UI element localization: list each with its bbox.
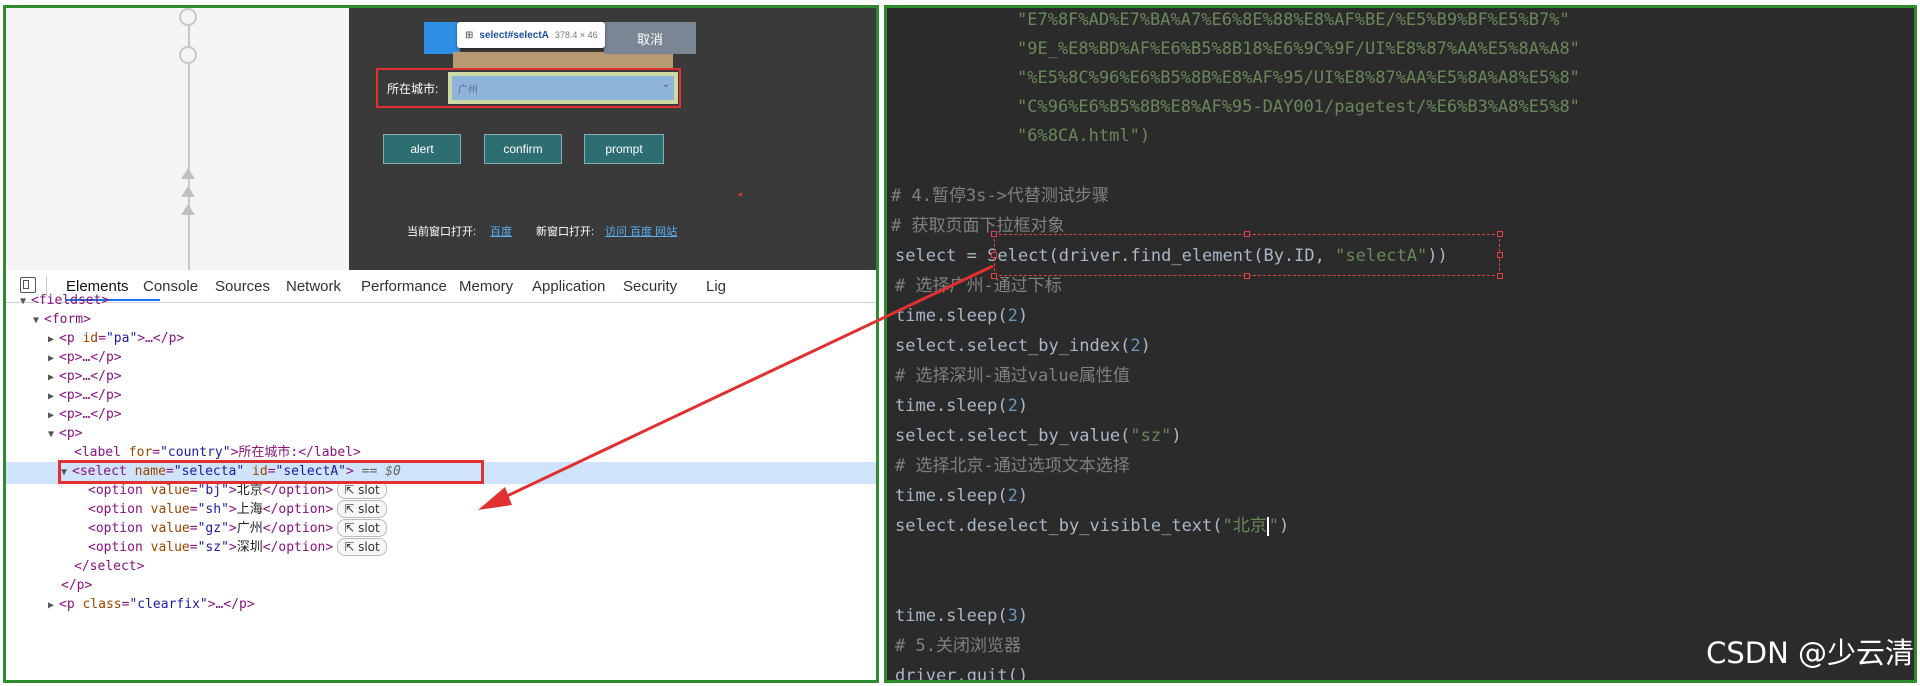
code-comment: # 选择北京-通过选项文本选择: [895, 456, 1130, 476]
resize-handle[interactable]: [1497, 273, 1503, 279]
tab-memory[interactable]: Memory: [459, 278, 513, 295]
slot-badge[interactable]: ⇱ slot: [337, 519, 387, 537]
caret-right-icon: ▶: [48, 600, 55, 611]
confirm-button[interactable]: confirm: [484, 134, 562, 164]
resize-handle[interactable]: [1244, 231, 1250, 237]
timeline-arrow-icon: [181, 204, 195, 215]
code-line: "C%96%E6%B5%8B%E8%AF%95-DAY001/pagetest/…: [1017, 97, 1580, 117]
highlight-box-select: [58, 460, 484, 484]
current-window-label: 当前窗口打开:: [407, 226, 477, 238]
timeline-circle-icon: [179, 8, 197, 26]
code-line: "9E_%E8%BD%AF%E6%B5%8B18%E6%9C%9F/UI%E8%…: [1017, 39, 1580, 59]
highlight-box-city: [376, 68, 681, 108]
code-line: time.sleep(2): [895, 306, 1029, 326]
new-window-label: 新窗口打开:: [536, 226, 595, 238]
new-window-link[interactable]: 访问 百度 网站: [605, 223, 677, 239]
code-line: select.deselect_by_visible_text("北京 "): [895, 516, 1290, 536]
devtools: Elements Console Sources Network Perform…: [6, 270, 876, 680]
tan-bar: [453, 52, 673, 68]
code-editor[interactable]: "E7%8F%AD%E7%BA%A7%E6%8E%88%E8%AF%BE/%E5…: [887, 8, 1914, 683]
code-editor-panel: "E7%8F%AD%E7%BA%A7%E6%8E%88%E8%AF%BE/%E5…: [884, 5, 1917, 683]
tab-security[interactable]: Security: [623, 278, 677, 295]
timeline-arrow-icon: [181, 186, 195, 197]
browser-devtools-panel: 取消 ⊞ select#selectA 378.4 × 46 所在城市: 广州 …: [3, 5, 879, 683]
code-line: "%E5%8C%96%E6%B5%8B%E8%AF%95/UI%E8%87%AA…: [1017, 68, 1580, 88]
code-line: driver.quit(): [895, 666, 1029, 683]
inspect-tooltip: ⊞ select#selectA 378.4 × 46: [457, 22, 605, 48]
resize-handle[interactable]: [1497, 231, 1503, 237]
code-line: "6%8CA.html"): [1017, 126, 1151, 146]
timeline-arrow-icon: [181, 168, 195, 179]
blue-button[interactable]: [424, 22, 460, 54]
tab-console[interactable]: Console: [143, 278, 198, 295]
tree-row-p-clearfix[interactable]: ▶ <p class="clearfix">…</p>: [48, 594, 255, 616]
dom-tree: ▼ <fieldset> ▼ <form> ▶ <p id="pa">…</p> ▶ <…: [6, 293, 876, 680]
tab-sources[interactable]: Sources: [215, 278, 270, 295]
resize-handle[interactable]: [991, 231, 997, 237]
slot-badge[interactable]: ⇱ slot: [337, 538, 387, 556]
tab-performance[interactable]: Performance: [361, 278, 447, 295]
code-line: time.sleep(2): [895, 396, 1029, 416]
code-line: select.select_by_value("sz"): [895, 426, 1182, 446]
watermark: CSDN @少云清: [1706, 636, 1914, 670]
code-comment: # 4.暂停3s->代替测试步骤: [891, 186, 1109, 206]
resize-handle[interactable]: [1244, 273, 1250, 279]
resize-handle[interactable]: [1497, 252, 1503, 258]
code-comment: # 选择广州-通过下标: [895, 276, 1062, 296]
element-icon: ⊞: [465, 29, 474, 41]
tab-network[interactable]: Network: [286, 278, 341, 295]
resize-handle[interactable]: [991, 252, 997, 258]
caret-down-icon: ▼: [48, 429, 55, 440]
tab-application[interactable]: Application: [532, 278, 605, 295]
resize-handle[interactable]: [991, 273, 997, 279]
devtools-tab-bar: Elements Console Sources Network Perform…: [6, 270, 876, 303]
caret-down-icon: ▼: [20, 296, 27, 307]
timeline-circle-icon: [179, 46, 197, 64]
test-page: 取消 ⊞ select#selectA 378.4 × 46 所在城市: 广州 …: [349, 8, 876, 270]
highlight-box-code: [994, 234, 1500, 276]
code-line: time.sleep(3): [895, 606, 1029, 626]
page-timeline-area: [6, 8, 349, 270]
code-comment: # 选择深圳-通过value属性值: [895, 366, 1130, 386]
code-line: select.select_by_index(2): [895, 336, 1151, 356]
current-window-link[interactable]: 百度: [490, 223, 512, 239]
code-line: time.sleep(2): [895, 486, 1029, 506]
caret-down-icon: ▼: [33, 315, 40, 326]
code-line: "E7%8F%AD%E7%BA%A7%E6%8E%88%E8%AF%BE/%E5…: [1017, 10, 1570, 30]
tooltip-size: 378.4 × 46: [554, 30, 598, 40]
red-dot: [739, 193, 742, 196]
prompt-button[interactable]: prompt: [584, 134, 664, 164]
alert-button[interactable]: alert: [383, 134, 461, 164]
tooltip-selector: select#selectA: [479, 29, 549, 41]
slot-badge[interactable]: ⇱ slot: [337, 500, 387, 518]
code-comment: # 5.关闭浏览器: [895, 636, 1021, 656]
cancel-button[interactable]: 取消: [604, 22, 696, 54]
tab-lighthouse[interactable]: Lig: [706, 278, 726, 295]
